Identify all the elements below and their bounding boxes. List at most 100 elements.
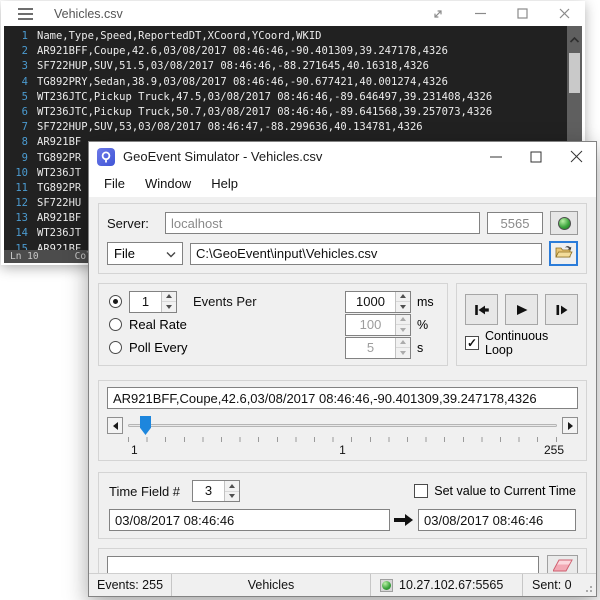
hamburger-menu-icon[interactable] (18, 8, 33, 20)
arrow-right-icon (390, 513, 418, 527)
skip-to-start-button[interactable] (465, 294, 498, 325)
close-icon[interactable] (543, 1, 585, 26)
simulator-client-area: Server: File (89, 197, 596, 573)
spin-down-icon[interactable] (396, 348, 410, 358)
line-text: AR921BF (37, 135, 81, 150)
event-count-spinner[interactable]: 1 (129, 291, 177, 313)
message-group (98, 548, 587, 573)
slider-min-label: 1 (131, 443, 138, 457)
close-icon[interactable] (556, 142, 596, 171)
real-rate-label: Real Rate (129, 317, 345, 332)
server-host-input[interactable] (165, 212, 480, 234)
chevron-down-icon (166, 246, 176, 261)
line-number: 3 (4, 59, 28, 74)
spin-up-icon[interactable] (396, 292, 410, 303)
scroll-up-icon[interactable] (569, 31, 580, 49)
line-number: 12 (4, 196, 28, 211)
server-address-status: 10.27.102.67:5565 (399, 578, 503, 592)
maximize-icon[interactable] (501, 1, 543, 26)
sent-count-status: Sent: 0 (523, 574, 582, 596)
poll-every-radio[interactable] (109, 341, 122, 354)
continuous-loop-label: Continuous Loop (485, 329, 578, 357)
line-number: 5 (4, 90, 28, 105)
menu-item[interactable]: File (94, 173, 135, 195)
connection-status-icon (558, 217, 571, 230)
csv-line: 6 WT236JTC,Pickup Truck,50.7,03/08/2017 … (4, 105, 582, 120)
eraser-icon (553, 559, 573, 574)
connection-led-icon (380, 579, 393, 592)
spin-up-icon[interactable] (162, 292, 176, 303)
time-field-spinner[interactable]: 3 (192, 480, 240, 502)
set-current-time-checkbox[interactable] (414, 484, 428, 498)
set-current-time-label: Set value to Current Time (434, 484, 576, 498)
poll-every-label: Poll Every (129, 340, 345, 355)
interval-value: 1000 (346, 292, 395, 312)
line-text: SF722HUP,SUV,53,03/08/2017 08:46:47,-88.… (37, 120, 423, 135)
interval-spinner[interactable]: 1000 (345, 291, 411, 313)
feed-name-status: Vehicles (172, 574, 371, 596)
line-text: AR921BF (37, 242, 81, 250)
line-text: Name,Type,Speed,ReportedDT,XCoord,YCoord… (37, 29, 321, 44)
event-slider-group: 1 1 255 (98, 380, 587, 461)
minimize-icon[interactable] (459, 1, 501, 26)
slider-left-button[interactable] (107, 417, 123, 434)
line-number: 2 (4, 44, 28, 59)
line-text: SF722HU (37, 196, 81, 211)
spin-down-icon[interactable] (162, 302, 176, 312)
slider-right-button[interactable] (562, 417, 578, 434)
interval-unit-label: ms (417, 295, 437, 309)
slider-max-label: 255 (544, 443, 564, 457)
menu-item[interactable]: Window (135, 173, 201, 195)
events-per-radio[interactable] (109, 295, 122, 308)
simulator-window-title: GeoEvent Simulator - Vehicles.csv (123, 149, 476, 164)
event-slider-thumb[interactable] (140, 416, 151, 435)
poll-spinner[interactable]: 5 (345, 337, 411, 359)
time-field-value: 3 (193, 481, 224, 501)
real-rate-spinner[interactable]: 100 (345, 314, 411, 336)
spin-up-icon[interactable] (396, 338, 410, 349)
line-number: 13 (4, 211, 28, 226)
line-number: 7 (4, 120, 28, 135)
menu-item[interactable]: Help (201, 173, 248, 195)
rate-group: 1 Events Per 1000 ms Real Rate 100 (98, 283, 448, 366)
expand-diagonal-icon[interactable] (417, 1, 459, 26)
line-text: SF722HUP,SUV,51.5,03/08/2017 08:46:46,-8… (37, 59, 429, 74)
current-event-input[interactable] (107, 387, 578, 409)
simulator-statusbar: Events: 255 Vehicles 10.27.102.67:5565 S… (89, 573, 596, 596)
source-type-dropdown[interactable]: File (107, 242, 183, 265)
slider-line (128, 424, 557, 427)
line-number: 1 (4, 29, 28, 44)
spin-up-icon[interactable] (225, 481, 239, 492)
file-path-input[interactable] (190, 243, 542, 265)
slider-current-label: 1 (339, 443, 346, 457)
line-number: 8 (4, 135, 28, 150)
real-rate-radio[interactable] (109, 318, 122, 331)
connect-button[interactable] (550, 211, 578, 235)
spin-up-icon[interactable] (396, 315, 410, 326)
event-slider-track[interactable] (126, 416, 559, 435)
message-output-field[interactable] (107, 556, 539, 574)
menubar: FileWindowHelp (89, 171, 596, 197)
spin-down-icon[interactable] (225, 492, 239, 502)
line-text: WT236JT (37, 226, 81, 241)
clear-button[interactable] (547, 555, 578, 573)
source-type-value: File (114, 246, 135, 261)
play-button[interactable] (505, 294, 538, 325)
minimize-icon[interactable] (476, 142, 516, 171)
simulator-titlebar[interactable]: GeoEvent Simulator - Vehicles.csv (89, 142, 596, 171)
line-text: AR921BFF,Coupe,42.6,03/08/2017 08:46:46,… (37, 44, 448, 59)
continuous-loop-checkbox[interactable]: ✓ (465, 336, 479, 350)
spin-down-icon[interactable] (396, 302, 410, 312)
resize-grip[interactable] (582, 574, 596, 596)
browse-file-button[interactable] (549, 241, 578, 266)
maximize-icon[interactable] (516, 142, 556, 171)
server-port-input[interactable] (487, 212, 543, 234)
time-to-input[interactable] (418, 509, 576, 531)
scrollbar-thumb[interactable] (569, 53, 580, 93)
step-button[interactable] (545, 294, 578, 325)
spin-down-icon[interactable] (396, 325, 410, 335)
poll-value: 5 (346, 338, 395, 358)
time-from-input[interactable] (109, 509, 390, 531)
csv-line: 5 WT236JTC,Pickup Truck,47.5,03/08/2017 … (4, 90, 582, 105)
geoevent-simulator-window: GeoEvent Simulator - Vehicles.csv FileWi… (88, 141, 597, 597)
